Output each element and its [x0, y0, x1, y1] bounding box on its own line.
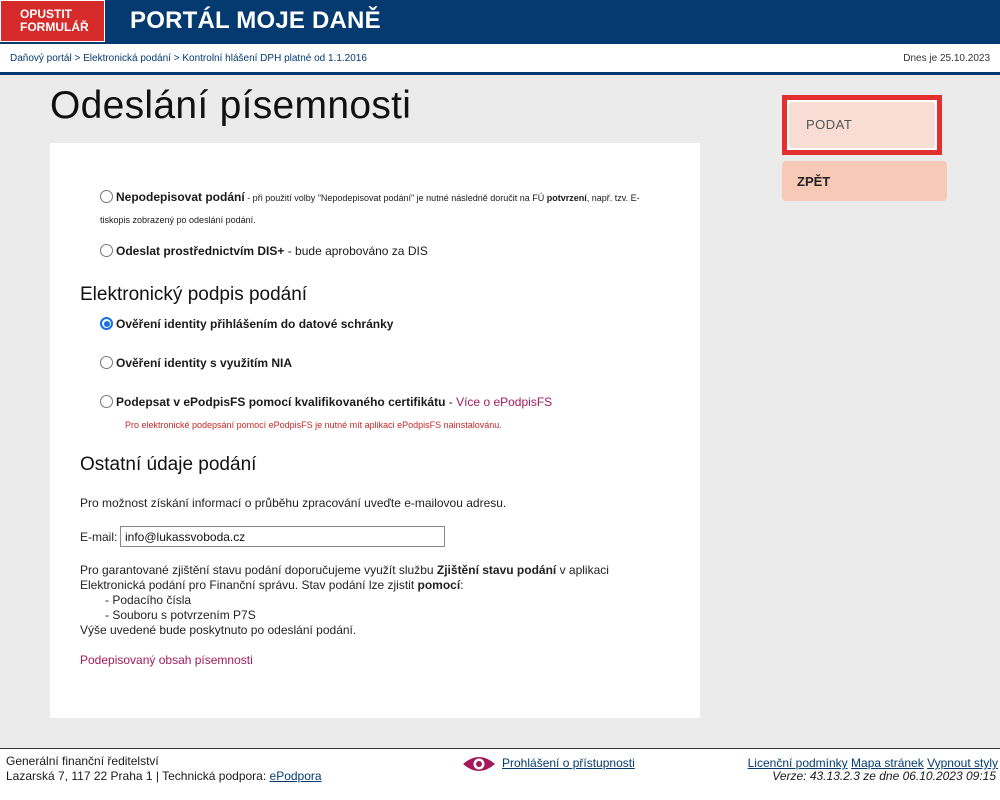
footer-org-name: Generální finanční ředitelství: [6, 754, 159, 768]
status-info-line2-c: :: [460, 578, 464, 592]
status-info-line1-a: Pro garantované zjištění stavu podání do…: [80, 563, 437, 577]
footer-link-license[interactable]: Licenční podmínky: [748, 756, 848, 770]
breadcrumb: Daňový portál > Elektronická podání > Ko…: [10, 53, 367, 64]
back-button[interactable]: ZPĚT: [782, 161, 947, 201]
radio-nepodepisovat[interactable]: [100, 190, 113, 203]
email-label: E-mail:: [80, 530, 118, 544]
breadcrumb-separator: >: [170, 53, 183, 64]
other-data-heading: Ostatní údaje podání: [80, 454, 257, 475]
submit-button[interactable]: PODAT: [789, 102, 935, 148]
option-nepodepisovat-note: - při použití volby "Nepodepisovat podán…: [244, 193, 547, 203]
option-epodpisfs: Podepsat v ePodpisFS pomocí kvalifikovan…: [116, 393, 552, 411]
epodpisfs-info-link[interactable]: Více o ePodpisFS: [456, 395, 552, 409]
footer-link-sitemap[interactable]: Mapa stránek: [851, 756, 924, 770]
option-dis-plus-label: Odeslat prostřednictvím DIS+: [116, 244, 285, 258]
accessibility-eye-icon: [463, 757, 495, 771]
footer: Generální finanční ředitelství Lazarská …: [0, 748, 1000, 800]
portal-title: PORTÁL MOJE DANĚ: [130, 7, 381, 34]
signed-content-link[interactable]: Podepisovaný obsah písemnosti: [80, 653, 253, 668]
option-dis-plus-note: - bude aprobováno za DIS: [284, 244, 428, 258]
radio-datova-schranka[interactable]: [100, 317, 113, 330]
option-dis-plus: Odeslat prostřednictvím DIS+ - bude apro…: [116, 242, 428, 260]
accessibility-statement-link[interactable]: Prohlášení o přístupnosti: [502, 756, 635, 770]
exit-form-label-line2: FORMULÁŘ: [20, 20, 89, 34]
option-nepodepisovat-label: Nepodepisovat podání: [116, 190, 245, 204]
exit-form-button[interactable]: OPUSTIT FORMULÁŘ: [0, 0, 105, 42]
breadcrumb-item-kontrolni-hlaseni[interactable]: Kontrolní hlášení DPH platné od 1.1.2016: [182, 53, 367, 64]
option-datova-schranka: Ověření identity přihlášením do datové s…: [116, 315, 393, 333]
epodpisfs-warning: Pro elektronické podepsání pomocí ePodpi…: [125, 420, 502, 430]
radio-nia[interactable]: [100, 356, 113, 369]
option-nia: Ověření identity s využitím NIA: [116, 354, 292, 372]
option-nepodepisovat: Nepodepisovat podání - při použití volby…: [116, 188, 676, 207]
signature-heading: Elektronický podpis podání: [80, 284, 308, 305]
option-epodpisfs-label: Podepsat v ePodpisFS pomocí kvalifikovan…: [116, 395, 446, 409]
email-info-text: Pro možnost získání informací o průběhu …: [80, 496, 507, 510]
list-item: - Souboru s potvrzením P7S: [105, 608, 256, 622]
footer-support-link[interactable]: ePodpora: [270, 769, 322, 783]
breadcrumb-item-portal[interactable]: Daňový portál: [10, 53, 72, 64]
footer-link-disable-styles[interactable]: Vypnout styly: [927, 756, 998, 770]
footer-address-text: Lazarská 7, 117 22 Praha 1 | Technická p…: [6, 769, 270, 783]
status-info-paragraph: Pro garantované zjištění stavu podání do…: [80, 563, 680, 638]
status-service-name: Zjištění stavu podání: [436, 563, 557, 577]
status-option-list: - Podacího čísla - Souboru s potvrzením …: [80, 593, 680, 623]
option-epodpisfs-dash: -: [445, 395, 457, 409]
status-info-line3: Výše uvedené bude poskytnuto po odeslání…: [80, 623, 357, 637]
status-info-line2-a: Elektronická podání pro Finanční správu.…: [80, 578, 418, 592]
top-header: OPUSTIT FORMULÁŘ PORTÁL MOJE DANĚ: [0, 0, 1000, 44]
footer-address: Lazarská 7, 117 22 Praha 1 | Technická p…: [6, 769, 322, 783]
breadcrumb-bar: Daňový portál > Elektronická podání > Ko…: [0, 44, 1000, 75]
submission-form-card: Nepodepisovat podání - při použití volby…: [50, 143, 700, 718]
radio-dis-plus[interactable]: [100, 244, 113, 257]
breadcrumb-item-elektronicka-podani[interactable]: Elektronická podání: [83, 53, 171, 64]
option-nia-label: Ověření identity s využitím NIA: [116, 356, 293, 370]
option-datova-schranka-label: Ověření identity přihlášením do datové s…: [116, 317, 394, 331]
email-input[interactable]: [120, 526, 445, 547]
radio-epodpisfs[interactable]: [100, 395, 113, 408]
list-item: - Podacího čísla: [105, 593, 192, 607]
status-info-line2: Elektronická podání pro Finanční správu.…: [80, 578, 680, 593]
option-nepodepisovat-note-bold: potvrzení: [546, 193, 587, 203]
status-info-line2-b: pomocí: [417, 578, 461, 592]
breadcrumb-separator: >: [71, 53, 84, 64]
option-nepodepisovat-note-line2: tiskopis zobrazený po odeslání podání.: [100, 215, 256, 225]
footer-links: Licenční podmínky Mapa stránek Vypnout s…: [748, 756, 998, 770]
submit-highlight-frame: PODAT: [782, 95, 942, 155]
status-info-line1-c: v aplikaci: [556, 563, 609, 577]
status-info-line1: Pro garantované zjištění stavu podání do…: [80, 563, 680, 578]
page-title: Odeslání písemnosti: [50, 84, 412, 127]
option-nepodepisovat-note-end: , např. tzv. E-: [586, 193, 640, 203]
footer-version: Verze: 43.13.2.3 ze dne 06.10.2023 09:15: [772, 769, 996, 783]
current-date: Dnes je 25.10.2023: [903, 53, 990, 64]
